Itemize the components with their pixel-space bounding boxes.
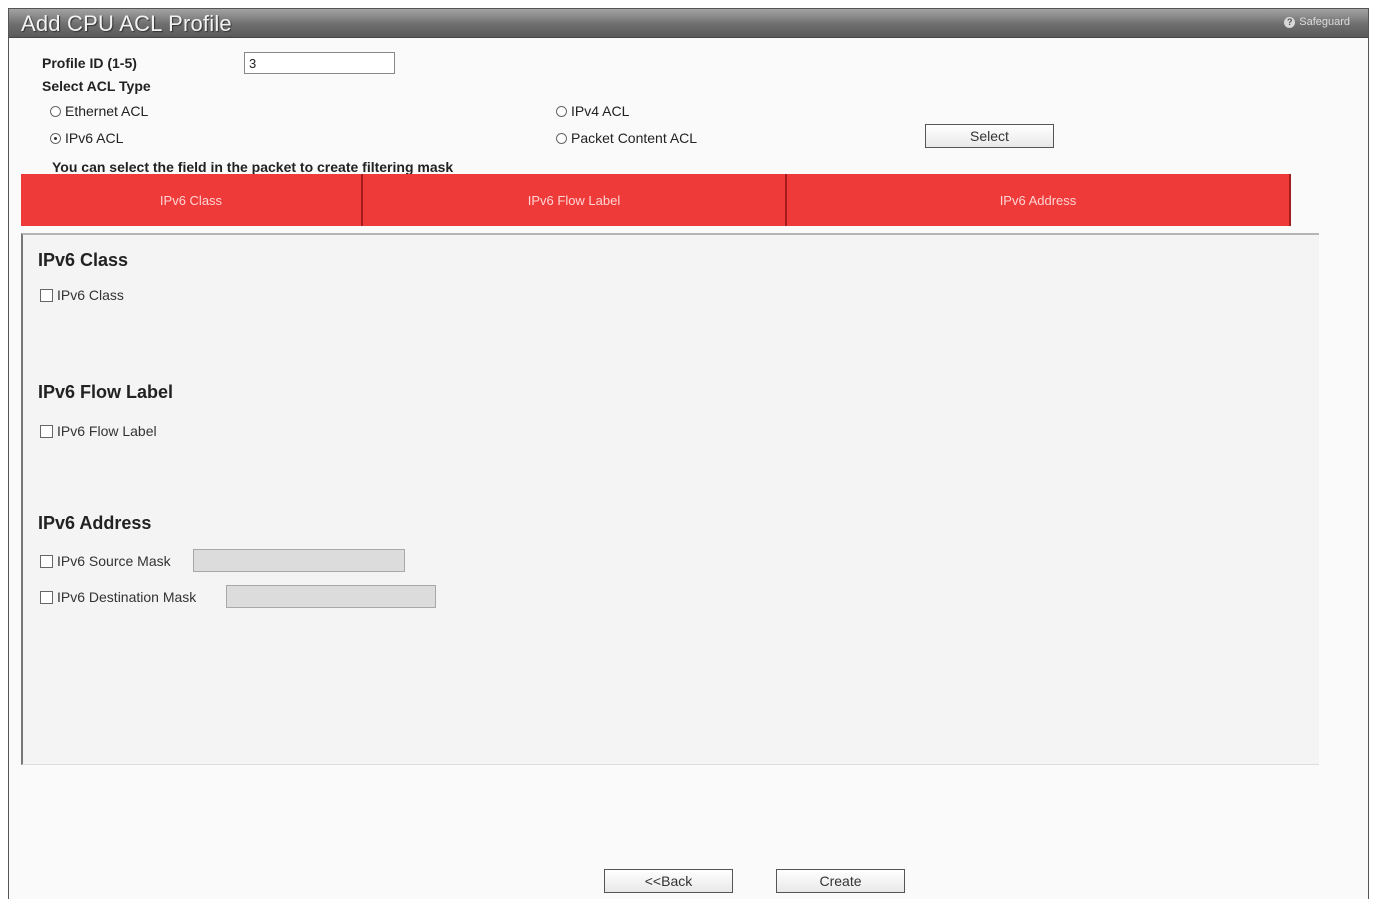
ipv6-destination-mask-label: IPv6 Destination Mask [57,589,197,605]
help-icon: ? [1284,16,1296,28]
tab-ipv6-class[interactable]: IPv6 Class [21,174,363,226]
radio-circle [556,105,567,117]
ipv6-flow-label-checkbox-label: IPv6 Flow Label [57,423,157,439]
radio-ipv6-acl-label: IPv6 ACL [65,130,124,146]
back-button[interactable]: <<Back [604,869,733,893]
ipv6-source-mask-checkbox[interactable]: IPv6 Source Mask [40,553,171,569]
ipv6-flow-label-checkbox[interactable]: IPv6 Flow Label [40,423,157,439]
field-tabs: IPv6 Class IPv6 Flow Label IPv6 Address [21,174,1291,226]
help-link[interactable]: ? Safeguard [1284,16,1350,28]
title-bar: Add CPU ACL Profile ? Safeguard [9,9,1368,38]
select-button[interactable]: Select [925,124,1054,148]
ipv6-class-checkbox[interactable]: IPv6 Class [40,287,124,303]
radio-circle [556,132,567,144]
radio-ipv6-acl[interactable]: IPv6 ACL [50,130,123,146]
radio-ethernet-acl-label: Ethernet ACL [65,103,149,119]
radio-packet-content-acl-label: Packet Content ACL [571,130,698,146]
ipv6-destination-mask-checkbox[interactable]: IPv6 Destination Mask [40,589,196,605]
tab-ipv6-flow-label[interactable]: IPv6 Flow Label [363,174,787,226]
ipv6-destination-mask-input[interactable] [226,585,436,608]
radio-circle-selected [50,132,61,144]
ipv6-source-mask-label: IPv6 Source Mask [57,553,171,569]
ipv6-class-checkbox-label: IPv6 Class [57,287,124,303]
window-title: Add CPU ACL Profile [21,11,232,36]
acl-type-label: Select ACL Type [42,78,151,94]
create-button[interactable]: Create [776,869,905,893]
radio-ethernet-acl[interactable]: Ethernet ACL [50,103,148,119]
radio-packet-content-acl[interactable]: Packet Content ACL [556,130,697,146]
section-ipv6-flow-label-title: IPv6 Flow Label [38,382,174,402]
radio-ipv4-acl-label: IPv4 ACL [571,103,630,119]
filter-hint: You can select the field in the packet t… [52,159,454,175]
profile-id-input[interactable] [244,52,395,74]
checkbox-box [40,590,53,604]
checkbox-box [40,288,53,302]
section-ipv6-class-title: IPv6 Class [38,250,129,270]
ipv6-source-mask-input[interactable] [193,549,405,572]
mask-panel [21,233,1319,765]
radio-ipv4-acl[interactable]: IPv4 ACL [556,103,629,119]
checkbox-box [40,554,53,568]
help-label: Safeguard [1299,16,1350,28]
radio-circle [50,105,61,117]
section-ipv6-address-title: IPv6 Address [38,513,152,533]
checkbox-box [40,424,53,438]
profile-id-label: Profile ID (1-5) [42,55,137,71]
tab-ipv6-address[interactable]: IPv6 Address [787,174,1291,226]
